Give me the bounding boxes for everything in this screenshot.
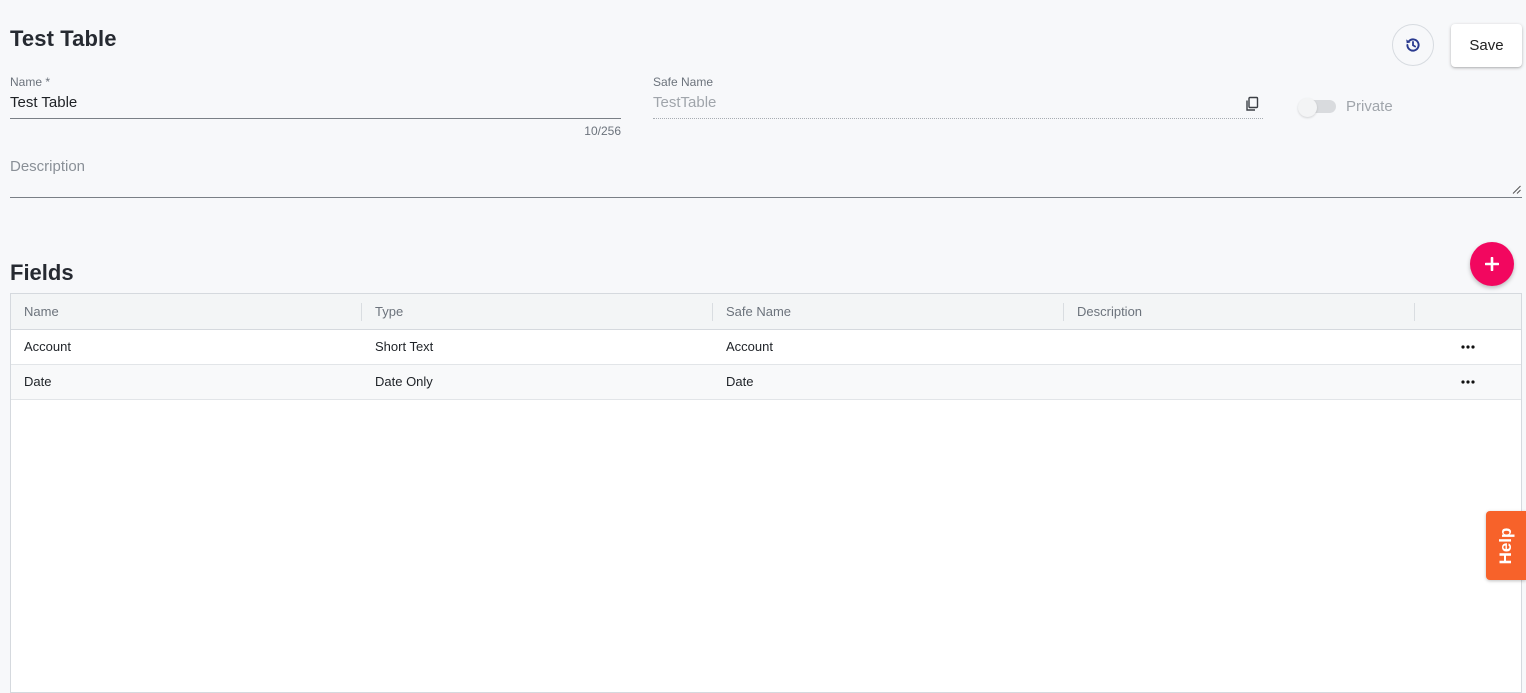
- toggle-thumb: [1298, 98, 1317, 117]
- private-toggle-label: Private: [1346, 98, 1393, 115]
- name-char-counter: 10/256: [584, 124, 621, 138]
- cell-safe-name: Date: [726, 374, 754, 389]
- save-button[interactable]: Save: [1451, 24, 1522, 67]
- column-header-safe-name[interactable]: Safe Name: [726, 294, 791, 329]
- cell-name: Account: [24, 339, 71, 354]
- resize-handle-icon[interactable]: [1512, 185, 1521, 194]
- column-divider: [1414, 303, 1415, 321]
- page-title: Test Table: [10, 26, 117, 51]
- history-button[interactable]: [1392, 24, 1434, 66]
- cell-name: Date: [24, 374, 52, 389]
- column-divider: [712, 303, 713, 321]
- fields-table: Name Type Safe Name Description Account …: [10, 293, 1522, 693]
- fields-title: Fields: [10, 260, 74, 285]
- row-menu-button[interactable]: [1455, 374, 1481, 390]
- description-textarea[interactable]: Description: [10, 150, 1522, 198]
- help-tab[interactable]: Help: [1486, 511, 1526, 580]
- table-row[interactable]: Account Short Text Account: [11, 330, 1521, 365]
- add-field-button[interactable]: [1470, 242, 1514, 286]
- more-horizontal-icon: [1461, 345, 1475, 349]
- plus-icon: [1485, 257, 1499, 271]
- column-header-type[interactable]: Type: [375, 294, 403, 329]
- column-divider: [361, 303, 362, 321]
- safe-name-label: Safe Name: [653, 75, 714, 89]
- column-divider: [1063, 303, 1064, 321]
- column-header-description[interactable]: Description: [1077, 294, 1142, 329]
- table-header: Name Type Safe Name Description: [11, 294, 1521, 330]
- copy-icon[interactable]: [1244, 96, 1260, 117]
- description-placeholder: Description: [10, 158, 86, 175]
- private-toggle[interactable]: [1298, 98, 1338, 117]
- safe-name-input: TestTable: [653, 94, 1263, 119]
- cell-type: Date Only: [375, 374, 433, 389]
- name-label: Name *: [10, 75, 51, 89]
- history-icon: [1406, 38, 1420, 52]
- name-input[interactable]: Test Table: [10, 94, 621, 119]
- help-label: Help: [1496, 527, 1515, 564]
- cell-safe-name: Account: [726, 339, 773, 354]
- column-header-name[interactable]: Name: [24, 294, 59, 329]
- more-horizontal-icon: [1461, 380, 1475, 384]
- row-menu-button[interactable]: [1455, 339, 1481, 355]
- cell-type: Short Text: [375, 339, 434, 354]
- table-row[interactable]: Date Date Only Date: [11, 365, 1521, 400]
